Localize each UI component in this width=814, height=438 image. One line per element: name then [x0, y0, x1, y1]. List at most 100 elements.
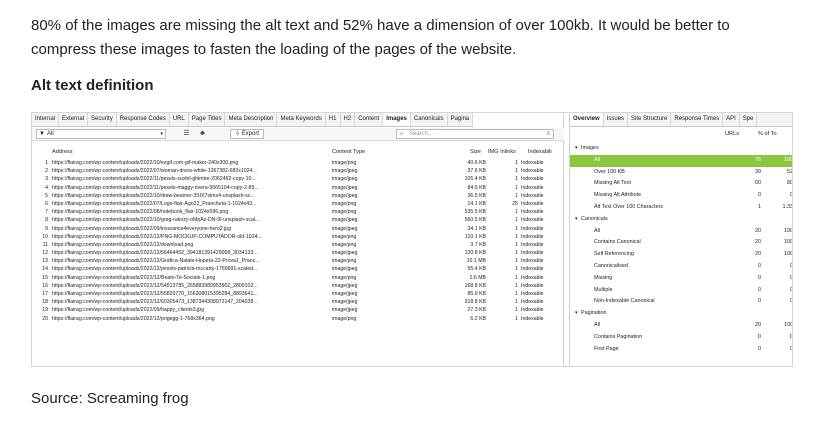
tab-spe[interactable]: Spe: [740, 113, 758, 126]
tab-content[interactable]: Content: [355, 113, 384, 126]
row-address: https://flairag.com/wp-content/uploads/2…: [52, 209, 229, 216]
row-size: 318.8 KB: [464, 299, 486, 306]
tab-response-codes[interactable]: Response Codes: [117, 113, 170, 126]
overview-item[interactable]: All 20 100: [570, 226, 793, 238]
overview-section[interactable]: ▾ Canonicals: [570, 214, 792, 226]
expand-triangle-icon[interactable]: ▾: [575, 308, 578, 320]
export-button[interactable]: ⇩ Export: [230, 129, 265, 139]
overview-urls: 0: [758, 333, 761, 340]
tab-meta-keywords[interactable]: Meta Keywords: [277, 113, 326, 126]
tab-h1[interactable]: H1: [326, 113, 341, 126]
table-row[interactable]: 3 https://flairag.com/wp-content/uploads/…: [32, 175, 564, 183]
tab-pagina[interactable]: Pagina: [448, 113, 474, 126]
tab-page-titles[interactable]: Page Titles: [189, 113, 226, 126]
table-row[interactable]: 19 https://flairag.com/wp-content/uploads…: [32, 306, 564, 314]
tab-url[interactable]: URL: [170, 113, 189, 126]
overview-percent: 0: [790, 298, 793, 305]
overview-item[interactable]: Missing 0 0: [570, 273, 792, 285]
tab-images[interactable]: Images: [383, 113, 411, 126]
expand-triangle-icon[interactable]: ▾: [575, 214, 578, 226]
overview-item[interactable]: Contains Pagination 0 0: [570, 332, 792, 344]
table-row[interactable]: 17 https://flairag.com/wp-content/uploads…: [32, 290, 564, 298]
table-row[interactable]: 9 https://flairag.com/wp-content/uploads/…: [32, 225, 564, 233]
overview-item[interactable]: Non-Indexable Canonical 0 0: [570, 296, 793, 308]
overview-section[interactable]: ▾ Pagination: [570, 308, 792, 320]
tab-external[interactable]: External: [59, 113, 89, 126]
table-row[interactable]: 13 https://flairag.com/wp-content/uploads…: [32, 257, 564, 265]
table-row[interactable]: 18 https://flairag.com/wp-content/uploads…: [32, 298, 564, 306]
overview-urls: 1: [758, 203, 761, 210]
row-content-type: image/jpeg: [332, 225, 358, 232]
row-img-inlinks: 1: [515, 307, 518, 314]
tab-overview[interactable]: Overview: [570, 113, 604, 126]
overview-section[interactable]: ▾ Images: [570, 143, 792, 155]
col-size[interactable]: Size: [470, 148, 481, 157]
search-placeholder: Search...: [409, 131, 434, 137]
row-size: 40.6 KB: [467, 160, 486, 166]
tab-issues[interactable]: Issues: [604, 113, 629, 126]
tab-canonicals[interactable]: Canonicals: [411, 113, 448, 126]
table-row[interactable]: 1 https://flairag.com/wp-content/uploads/…: [32, 159, 564, 167]
filter-value: All: [47, 131, 54, 137]
table-row[interactable]: 16 https://flairag.com/wp-content/uploads…: [32, 282, 564, 290]
tab-security[interactable]: Security: [88, 113, 117, 126]
overview-item[interactable]: Missing Alt Attribute 0 0: [570, 190, 792, 202]
overview-item[interactable]: Missing Alt Text 60 80: [570, 178, 792, 190]
expand-triangle-icon[interactable]: ▾: [575, 143, 578, 155]
table-row[interactable]: 20 https://flairag.com/wp-content/uploads…: [32, 315, 564, 323]
tab-internal[interactable]: Internal: [32, 113, 60, 126]
overview-item[interactable]: All 20 100: [570, 320, 792, 332]
overview-item[interactable]: Multiple 0 0: [570, 285, 792, 297]
row-indexability: Indexable: [521, 160, 544, 166]
list-view-icon[interactable]: ☰: [182, 130, 191, 138]
row-size: 2.6 MB: [469, 274, 486, 281]
row-indexability: Indexable: [521, 233, 544, 240]
table-row[interactable]: 10 https://flairag.com/wp-content/uploads…: [32, 233, 564, 241]
row-indexability: Indexable: [521, 176, 544, 183]
col-address[interactable]: Address: [52, 148, 73, 157]
table-row[interactable]: 7 https://flairag.com/wp-content/uploads/…: [32, 208, 564, 216]
row-img-inlinks: 25: [512, 200, 518, 207]
overview-label: Canonicals: [581, 215, 608, 222]
tab-site-structure[interactable]: Site Structure: [628, 113, 672, 126]
table-row[interactable]: 4 https://flairag.com/wp-content/uploads/…: [32, 184, 564, 192]
col-indexability[interactable]: Indexabili: [528, 148, 552, 157]
overview-label: Images: [581, 145, 599, 151]
tab-response-times[interactable]: Response Times: [671, 113, 724, 126]
overview-item[interactable]: All 75 100: [570, 154, 792, 167]
tab-api[interactable]: API: [723, 113, 740, 126]
overview-item[interactable]: Over 100 KB 39 52: [570, 167, 792, 179]
table-row[interactable]: 11 https://flairag.com/wp-content/uploads…: [32, 241, 564, 249]
tab-meta-description[interactable]: Meta Description: [225, 113, 278, 126]
search-input[interactable]: ⌕ Search... ≡: [396, 129, 554, 139]
row-address: https://flairag.com/wp-content/uploads/2…: [52, 176, 256, 183]
col-img-inlinks[interactable]: IMG Inlinks: [488, 148, 516, 157]
filter-select[interactable]: ▼ All ▾: [36, 129, 166, 139]
table-row[interactable]: 14 https://flairag.com/wp-content/uploads…: [32, 265, 564, 273]
row-content-type: image/jpeg: [332, 176, 358, 183]
overview-percent: 100: [784, 227, 793, 234]
overview-percent: 0: [790, 262, 793, 269]
row-img-inlinks: 1: [515, 217, 518, 224]
table-row[interactable]: 15 https://flairag.com/wp-content/uploads…: [32, 274, 564, 282]
overview-item[interactable]: Alt Text Over 100 Characters 1 1.33: [570, 202, 792, 214]
search-options-icon[interactable]: ≡: [546, 130, 550, 139]
row-number: 12: [42, 250, 48, 257]
row-indexability: Indexable: [521, 241, 544, 248]
table-row[interactable]: 5 https://flairag.com/wp-content/uploads/…: [32, 192, 564, 200]
row-size: 168.8 KB: [464, 282, 486, 289]
row-number: 6: [45, 200, 48, 207]
col-content-type[interactable]: Content Type: [332, 148, 365, 157]
overview-label: Alt Text Over 100 Characters: [594, 203, 664, 210]
table-row[interactable]: 8 https://flairag.com/wp-content/uploads/…: [32, 216, 564, 224]
row-indexability: Indexable: [521, 266, 544, 273]
overview-item[interactable]: Self Referencing 20 100: [570, 249, 792, 261]
tab-h2[interactable]: H2: [341, 113, 356, 126]
table-row[interactable]: 2 https://flairag.com/wp-content/uploads/…: [32, 167, 564, 175]
table-row[interactable]: 6 https://flairag.com/wp-content/uploads/…: [32, 200, 564, 208]
tree-view-icon[interactable]: ♣: [198, 130, 207, 138]
table-row[interactable]: 12 https://flairag.com/wp-content/uploads…: [32, 249, 564, 257]
overview-item[interactable]: Canonicalised 0 0: [570, 261, 793, 273]
overview-item[interactable]: Contains Canonical 20 100: [570, 237, 792, 249]
overview-item[interactable]: First Page 0 0: [570, 344, 792, 356]
